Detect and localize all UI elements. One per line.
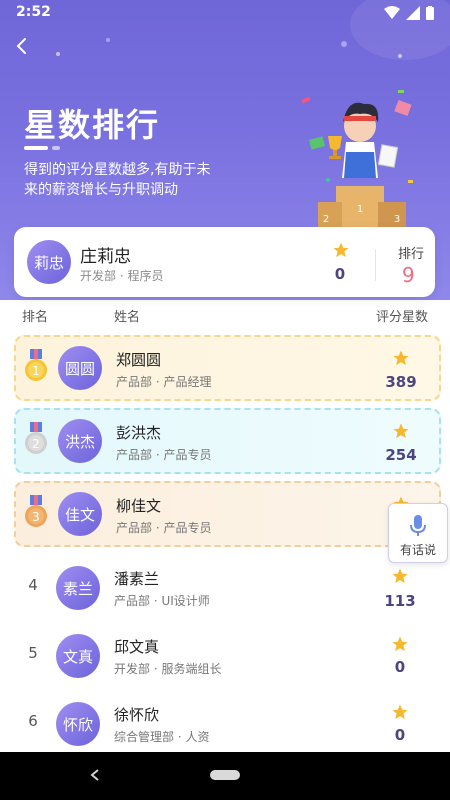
member-department: 综合管理部 · 人资 — [114, 730, 210, 744]
table-row[interactable]: 6 怀欣 徐怀欣 综合管理部 · 人资 0 — [0, 690, 450, 759]
medal-rank: 3 — [32, 510, 40, 524]
my-department: 开发部 · 程序员 — [80, 269, 164, 283]
avatar: 圆圆 — [58, 346, 102, 390]
avatar: 洪杰 — [58, 419, 102, 463]
star-count: 0 — [394, 726, 406, 744]
my-star-count: 0 — [334, 265, 346, 283]
star-icon — [392, 704, 408, 720]
my-rank-card: 莉忠 庄莉忠 开发部 · 程序员 0 排行 9 — [14, 227, 435, 297]
star-icon — [392, 636, 408, 652]
member-name: 潘素兰 — [114, 570, 160, 588]
podium-illustration: 1 2 3 — [301, 90, 413, 228]
feedback-label: 有话说 — [399, 543, 436, 557]
member-name: 邱文真 — [114, 638, 160, 656]
member-name: 柳佳文 — [116, 497, 162, 515]
avatar: 文真 — [56, 634, 100, 678]
my-name: 庄莉忠 — [80, 247, 131, 267]
member-name: 郑圆圆 — [116, 351, 162, 369]
star-icon — [392, 568, 408, 584]
nav-home-pill[interactable] — [210, 770, 240, 780]
signal-icon — [406, 6, 420, 20]
avatar: 佳文 — [58, 492, 102, 536]
navigation-bar — [0, 752, 450, 800]
star-icon — [393, 350, 409, 366]
my-rank-value: 9 — [402, 263, 415, 287]
gold-medal-icon: 1 — [25, 349, 47, 381]
star-icon — [393, 423, 409, 439]
title-underline — [24, 146, 60, 150]
column-score: 评分星数 — [376, 310, 429, 325]
bronze-medal-icon: 3 — [25, 495, 47, 527]
list-item[interactable]: 2 洪杰 彭洪杰 产品部 · 产品专员 254 — [14, 408, 441, 474]
silver-medal-icon: 2 — [25, 422, 47, 454]
svg-text:2: 2 — [323, 214, 329, 225]
page-title: 星数排行 — [24, 106, 161, 144]
star-count: 389 — [385, 373, 417, 391]
star-count: 254 — [385, 446, 417, 464]
star-count: 113 — [384, 592, 416, 610]
member-department: 产品部 · 产品专员 — [116, 521, 212, 535]
list-item[interactable]: 3 佳文 柳佳文 产品部 · 产品专员 2 — [14, 481, 441, 547]
wifi-icon — [384, 6, 400, 19]
microphone-icon — [410, 515, 426, 536]
column-name: 姓名 — [114, 310, 141, 325]
star-count: 0 — [394, 658, 406, 676]
rank-number: 5 — [28, 644, 38, 662]
feedback-button[interactable]: 有话说 — [388, 503, 448, 563]
medal-rank: 2 — [32, 437, 40, 451]
member-department: 产品部 · UI设计师 — [114, 594, 210, 608]
rank-number: 6 — [28, 712, 38, 730]
list-item[interactable]: 1 圆圆 郑圆圆 产品部 · 产品经理 389 — [14, 335, 441, 401]
avatar: 素兰 — [56, 566, 100, 610]
avatar: 怀欣 — [56, 702, 100, 746]
table-row[interactable]: 4 素兰 潘素兰 产品部 · UI设计师 113 — [0, 554, 450, 623]
battery-icon — [426, 6, 434, 20]
nav-back-icon[interactable] — [88, 768, 102, 782]
medal-rank: 1 — [32, 364, 40, 378]
avatar: 莉忠 — [27, 240, 71, 284]
column-rank: 排名 — [22, 310, 49, 325]
member-name: 彭洪杰 — [116, 424, 162, 442]
member-name: 徐怀欣 — [114, 706, 160, 724]
page-description: 得到的评分星数越多,有助于未来的薪资增长与升职调动 — [24, 162, 211, 198]
star-icon — [333, 242, 349, 258]
status-icons — [384, 6, 434, 20]
table-row[interactable]: 5 文真 邱文真 开发部 · 服务端组长 0 — [0, 622, 450, 691]
svg-text:1: 1 — [357, 204, 363, 215]
member-department: 产品部 · 产品经理 — [116, 375, 212, 389]
divider — [375, 249, 376, 281]
member-department: 产品部 · 产品专员 — [116, 448, 212, 462]
svg-text:3: 3 — [394, 214, 400, 225]
my-rank-label: 排行 — [398, 247, 425, 262]
rank-number: 4 — [28, 576, 38, 594]
member-department: 开发部 · 服务端组长 — [114, 662, 222, 676]
